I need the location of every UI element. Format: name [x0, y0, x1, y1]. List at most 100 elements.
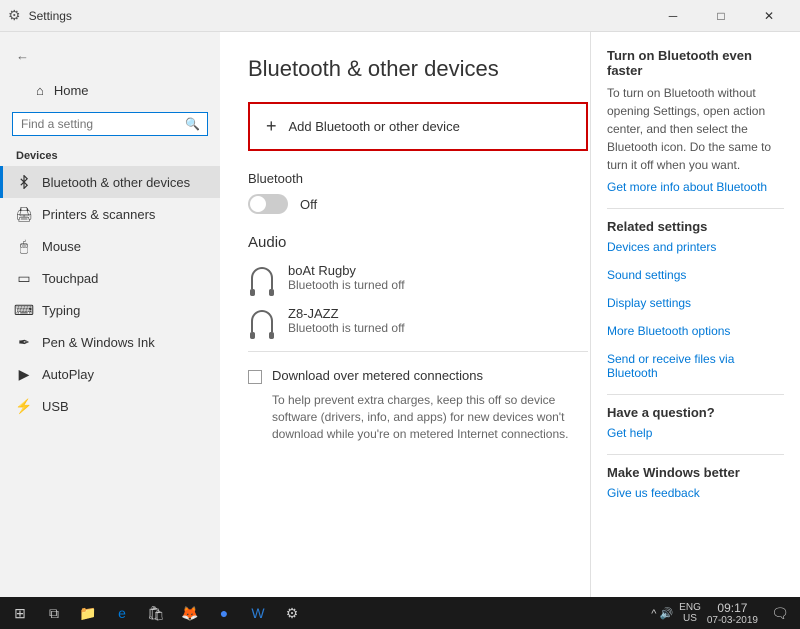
- autoplay-icon: ▶: [16, 366, 32, 382]
- bluetooth-toggle-label: Off: [300, 197, 317, 212]
- store-icon[interactable]: 🛍: [140, 597, 172, 629]
- faster-title: Turn on Bluetooth even faster: [607, 48, 784, 78]
- search-box-wrap: 🔍: [0, 106, 220, 142]
- feedback-title: Make Windows better: [607, 465, 784, 480]
- faster-link[interactable]: Get more info about Bluetooth: [607, 180, 784, 194]
- link-send-receive[interactable]: Send or receive files via Bluetooth: [607, 352, 784, 380]
- device-item-1: Z8-JAZZ Bluetooth is turned off: [248, 306, 562, 335]
- taskbar-left: ⊞ ⧉ 📁 e 🛍 🦊 ● W ⚙: [4, 597, 308, 629]
- sidebar-item-mouse[interactable]: 🖱 Mouse: [0, 230, 220, 262]
- title-bar-left: ⚙ Settings: [8, 7, 72, 24]
- taskbar-clock[interactable]: 09:17 07-03-2019: [707, 601, 758, 626]
- device-item-0: boAt Rugby Bluetooth is turned off: [248, 263, 562, 292]
- get-help-link[interactable]: Get help: [607, 426, 784, 440]
- sidebar-item-autoplay[interactable]: ▶ AutoPlay: [0, 358, 220, 390]
- taskbar: ⊞ ⧉ 📁 e 🛍 🦊 ● W ⚙ ^ 🔊 ENGUS 09:17 07-03-…: [0, 597, 800, 629]
- toggle-knob: [250, 196, 266, 212]
- sidebar-item-usb-label: USB: [42, 399, 69, 414]
- device-status-1: Bluetooth is turned off: [288, 321, 405, 335]
- task-view-button[interactable]: ⧉: [38, 597, 70, 629]
- sidebar-devices-label: Devices: [0, 142, 220, 166]
- maximize-button[interactable]: □: [698, 0, 744, 32]
- sidebar-item-printers-label: Printers & scanners: [42, 207, 155, 222]
- question-title: Have a question?: [607, 405, 784, 420]
- taskbar-date-value: 07-03-2019: [707, 615, 758, 626]
- audio-section-label: Audio: [248, 234, 562, 251]
- sidebar-item-typing-label: Typing: [42, 303, 80, 318]
- word-icon[interactable]: W: [242, 597, 274, 629]
- sidebar: ← ⌂ Home 🔍 Devices Bluetooth & other dev…: [0, 32, 220, 597]
- printer-icon: 🖨: [16, 206, 32, 222]
- link-display-settings[interactable]: Display settings: [607, 296, 784, 310]
- device-name-1: Z8-JAZZ: [288, 306, 405, 321]
- right-divider-3: [607, 454, 784, 455]
- settings-icon: ⚙: [8, 7, 21, 24]
- sidebar-item-pen[interactable]: ✒ Pen & Windows Ink: [0, 326, 220, 358]
- right-divider-1: [607, 208, 784, 209]
- download-desc: To help prevent extra charges, keep this…: [272, 392, 572, 442]
- edge-icon[interactable]: e: [106, 597, 138, 629]
- touchpad-icon: ▭: [16, 270, 32, 286]
- device-info-1: Z8-JAZZ Bluetooth is turned off: [288, 306, 405, 335]
- bluetooth-toggle[interactable]: [248, 194, 288, 214]
- locale-label: ENGUS: [679, 602, 701, 624]
- download-row: Download over metered connections: [248, 368, 562, 384]
- bluetooth-section-label: Bluetooth: [248, 171, 562, 186]
- sidebar-item-mouse-label: Mouse: [42, 239, 81, 254]
- content-divider: [248, 351, 588, 352]
- chrome-icon[interactable]: ●: [208, 597, 240, 629]
- pen-icon: ✒: [16, 334, 32, 350]
- content-area: Bluetooth & other devices + Add Bluetoot…: [220, 32, 590, 597]
- sidebar-item-printers[interactable]: 🖨 Printers & scanners: [0, 198, 220, 230]
- related-title: Related settings: [607, 219, 784, 234]
- add-device-button[interactable]: + Add Bluetooth or other device: [248, 102, 588, 151]
- sidebar-item-bluetooth[interactable]: Bluetooth & other devices: [0, 166, 220, 198]
- start-button[interactable]: ⊞: [4, 597, 36, 629]
- download-checkbox[interactable]: [248, 370, 262, 384]
- title-bar-controls: ─ □ ✕: [650, 0, 792, 32]
- page-title: Bluetooth & other devices: [248, 56, 562, 82]
- feedback-link[interactable]: Give us feedback: [607, 486, 784, 500]
- add-device-label: Add Bluetooth or other device: [289, 119, 460, 134]
- sidebar-item-touchpad[interactable]: ▭ Touchpad: [0, 262, 220, 294]
- search-input[interactable]: [12, 112, 208, 136]
- file-explorer-icon[interactable]: 📁: [72, 597, 104, 629]
- back-button[interactable]: ←: [0, 40, 220, 71]
- settings-taskbar-icon[interactable]: ⚙: [276, 597, 308, 629]
- sidebar-item-touchpad-label: Touchpad: [42, 271, 98, 286]
- download-label: Download over metered connections: [272, 368, 483, 383]
- taskbar-time-value: 09:17: [707, 601, 758, 615]
- headphone-icon-1: [248, 307, 276, 335]
- sidebar-item-usb[interactable]: ⚡ USB: [0, 390, 220, 422]
- sidebar-item-bluetooth-label: Bluetooth & other devices: [42, 175, 190, 190]
- home-icon: ⌂: [36, 83, 44, 98]
- link-more-bluetooth[interactable]: More Bluetooth options: [607, 324, 784, 338]
- minimize-button[interactable]: ─: [650, 0, 696, 32]
- main-container: ← ⌂ Home 🔍 Devices Bluetooth & other dev…: [0, 32, 800, 597]
- firefox-icon[interactable]: 🦊: [174, 597, 206, 629]
- right-panel: Turn on Bluetooth even faster To turn on…: [590, 32, 800, 597]
- right-divider-2: [607, 394, 784, 395]
- link-devices-printers[interactable]: Devices and printers: [607, 240, 784, 254]
- headphone-icon-0: [248, 264, 276, 292]
- bluetooth-icon: [16, 174, 32, 190]
- add-plus-icon: +: [266, 116, 277, 137]
- faster-desc: To turn on Bluetooth without opening Set…: [607, 84, 784, 174]
- usb-icon: ⚡: [16, 398, 32, 414]
- sidebar-item-pen-label: Pen & Windows Ink: [42, 335, 155, 350]
- mouse-icon: 🖱: [16, 238, 32, 254]
- home-label: Home: [54, 83, 89, 98]
- bluetooth-toggle-row: Off: [248, 194, 562, 214]
- device-info-0: boAt Rugby Bluetooth is turned off: [288, 263, 405, 292]
- back-icon: ←: [16, 48, 29, 63]
- sidebar-item-autoplay-label: AutoPlay: [42, 367, 94, 382]
- title-bar: ⚙ Settings ─ □ ✕: [0, 0, 800, 32]
- notification-icon[interactable]: 🗨: [764, 597, 796, 629]
- link-sound-settings[interactable]: Sound settings: [607, 268, 784, 282]
- sidebar-item-home[interactable]: ⌂ Home: [0, 75, 220, 106]
- sidebar-item-typing[interactable]: ⌨ Typing: [0, 294, 220, 326]
- search-icon: 🔍: [185, 117, 200, 131]
- title-bar-title: Settings: [29, 9, 72, 23]
- close-button[interactable]: ✕: [746, 0, 792, 32]
- taskbar-right: ^ 🔊 ENGUS 09:17 07-03-2019 🗨: [651, 597, 796, 629]
